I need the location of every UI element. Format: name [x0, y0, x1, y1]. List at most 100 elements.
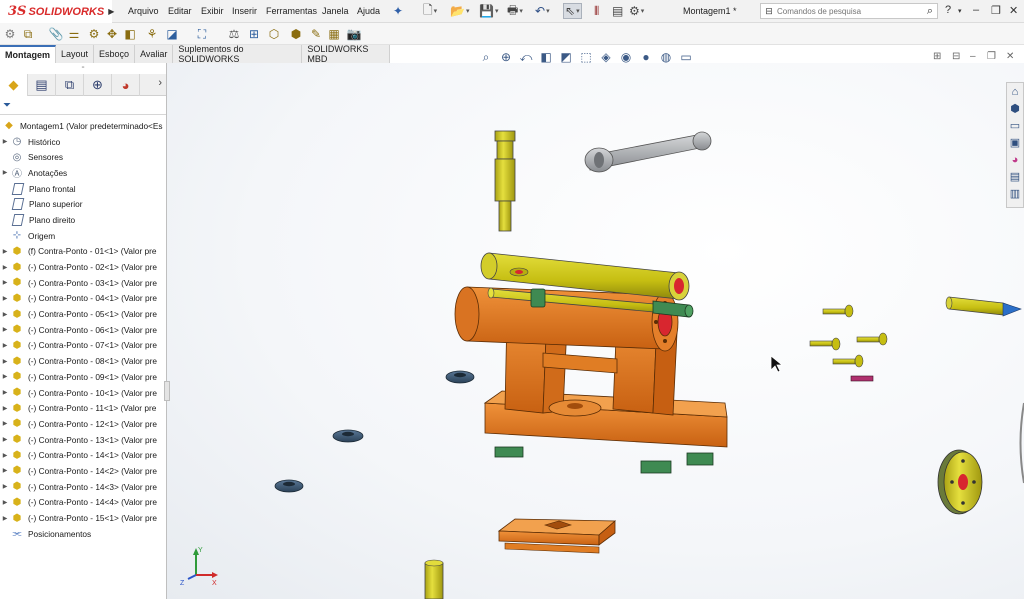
menu-ajuda[interactable]: Ajuda [357, 6, 380, 16]
tree-item[interactable]: ▶ ⬢ (-) Contra-Ponto - 04<1> (Valor pre [0, 291, 166, 307]
tree-item[interactable]: ▶ ⬢ (f) Contra-Ponto - 01<1> (Valor pre [0, 244, 166, 260]
print-icon[interactable]: 🖶 ▾ [507, 3, 523, 19]
tree-item[interactable]: ▶ ⬢ (-) Contra-Ponto - 14<4> (Valor pre [0, 495, 166, 511]
help-dropdown-icon[interactable]: ▾ [958, 7, 962, 15]
hex-nut-2[interactable] [332, 429, 364, 443]
solidworks-logo[interactable]: 3S SOLIDWORKS ▶ [0, 0, 114, 23]
bill-of-materials-icon[interactable]: ⚖ [226, 26, 242, 42]
move-component-icon[interactable]: ✥ [104, 26, 120, 42]
apply-scene-icon[interactable]: ◍ [658, 49, 674, 65]
menu-ferramentas[interactable]: Ferramentas [266, 6, 317, 16]
view-orientation-icon[interactable]: ⬚ [578, 49, 594, 65]
vertical-pin-bottom[interactable] [424, 559, 444, 599]
viewport-minimize-icon[interactable]: – [970, 51, 976, 62]
new-motion-study-icon[interactable]: ⛶ [194, 26, 210, 42]
tab-avaliar[interactable]: Avaliar [135, 45, 174, 63]
tree-item[interactable]: ▶ ⬢ (-) Contra-Ponto - 03<1> (Valor pre [0, 275, 166, 291]
expand-arrow-icon[interactable]: ▶ [0, 248, 10, 255]
undo-icon[interactable]: ↶ ▾ [535, 3, 550, 19]
view-settings-icon[interactable]: ▭ [678, 49, 694, 65]
assembly-features-icon[interactable]: ⚘ [144, 26, 160, 42]
camera-icon[interactable]: 📷 [346, 26, 362, 42]
mate-icon[interactable]: ⧉ [20, 26, 36, 42]
vertical-pin-top[interactable] [494, 130, 516, 232]
screw-4[interactable] [832, 354, 864, 368]
search-commands-box[interactable]: ⊟ ⌕ [760, 3, 938, 19]
expand-arrow-icon[interactable]: ▶ [0, 326, 10, 333]
tree-item[interactable]: ▶ ⬢ (-) Contra-Ponto - 12<1> (Valor pre [0, 416, 166, 432]
linear-pattern-icon[interactable]: ⚌ [66, 26, 82, 42]
expand-arrow-icon[interactable]: ▶ [0, 169, 10, 176]
viewport-close-icon[interactable]: ✕ [1006, 51, 1014, 62]
tree-item[interactable]: ▶ Ⓐ Anotações [0, 165, 166, 181]
menu-inserir[interactable]: Inserir [232, 6, 257, 16]
hex-nut-3[interactable] [274, 479, 304, 493]
search-input[interactable] [777, 6, 907, 16]
take-snapshot-icon[interactable]: ✎ [308, 26, 324, 42]
reference-geometry-icon[interactable]: ◪ [164, 26, 180, 42]
exploded-view-icon[interactable]: ⊞ [246, 26, 262, 42]
expand-arrow-icon[interactable]: ▶ [0, 358, 10, 365]
tree-item[interactable]: ▶ ⬢ (-) Contra-Ponto - 05<1> (Valor pre [0, 306, 166, 322]
propertymanager-tab-icon[interactable]: ▤ [28, 74, 56, 96]
search-scope-icon[interactable]: ⊟ [761, 6, 777, 17]
section-view-icon[interactable]: ◧ [538, 49, 554, 65]
hide-show-items-icon[interactable]: ◉ [618, 49, 634, 65]
forum-icon[interactable]: ▥ [1007, 185, 1023, 202]
dynamic-annotation-icon[interactable]: ◩ [558, 49, 574, 65]
open-folder-icon[interactable]: 📂 ▾ [450, 3, 469, 19]
tree-item[interactable]: Plano direito [0, 212, 166, 228]
expand-arrow-icon[interactable]: ▶ [0, 452, 10, 459]
instant3d-icon[interactable]: ⬡ [266, 26, 282, 42]
expand-arrow-icon[interactable]: ▶ [0, 436, 10, 443]
displaymanager-tab-icon[interactable]: ◕ [112, 74, 140, 96]
live-center[interactable] [945, 296, 1022, 317]
tree-item[interactable]: ▶ ⬢ (-) Contra-Ponto - 14<3> (Valor pre [0, 479, 166, 495]
options-page-icon[interactable]: ▤ [612, 3, 623, 19]
viewport-tile-icon[interactable]: ⊞ [933, 51, 941, 62]
expand-arrow-icon[interactable]: ▶ [0, 342, 10, 349]
view-palette-icon[interactable]: ▣ [1007, 134, 1023, 151]
tree-item[interactable]: ▶ ⬢ (-) Contra-Ponto - 13<1> (Valor pre [0, 432, 166, 448]
tab-solidworks-mbd[interactable]: SOLIDWORKS MBD [302, 44, 390, 64]
restore-icon[interactable]: ❐ [991, 4, 1001, 17]
smart-fasteners-icon[interactable]: ⚙ [86, 26, 102, 42]
large-assembly-icon[interactable]: ▦ [326, 26, 342, 42]
close-icon[interactable]: ✕ [1009, 4, 1018, 17]
select-arrow-icon[interactable]: ⇖ ▾ [563, 3, 582, 19]
viewport-split-icon[interactable]: ⊟ [952, 51, 960, 62]
tree-item[interactable]: ⊹ Origem [0, 228, 166, 244]
expand-arrow-icon[interactable]: ▶ [0, 373, 10, 380]
featuremanager-tab-icon[interactable]: ◆ [0, 74, 28, 96]
expand-arrow-icon[interactable]: ▶ [0, 420, 10, 427]
tree-item[interactable]: ▶ ◷ Histórico [0, 134, 166, 150]
expand-arrow-icon[interactable]: ▶ [0, 295, 10, 302]
previous-view-icon[interactable]: ⤺ [518, 49, 534, 65]
show-hidden-icon[interactable]: ◧ [122, 26, 138, 42]
expand-arrow-icon[interactable]: ▶ [0, 279, 10, 286]
file-explorer-icon[interactable]: ▭ [1007, 117, 1023, 134]
paperclip-icon[interactable]: 📎 [48, 26, 64, 42]
tree-item[interactable]: ⫘ Posicionamentos [0, 526, 166, 542]
menu-exibir[interactable]: Exibir [201, 6, 224, 16]
tab-layout[interactable]: Layout [56, 45, 95, 63]
tree-item[interactable]: Plano superior [0, 196, 166, 212]
panel-splitter[interactable] [164, 381, 170, 401]
custom-properties-icon[interactable]: ▤ [1007, 168, 1023, 185]
graphics-area[interactable] [167, 63, 1024, 599]
traffic-light-icon[interactable]: ⦀ [594, 3, 599, 19]
search-icon[interactable]: ⌕ [927, 5, 933, 18]
tree-item[interactable]: ▶ ⬢ (-) Contra-Ponto - 08<1> (Valor pre [0, 353, 166, 369]
expand-arrow-icon[interactable]: ▶ [0, 264, 10, 271]
zoom-to-area-icon[interactable]: ⊕ [498, 49, 514, 65]
gear-icon[interactable]: ⚙ ▾ [629, 3, 644, 19]
screw-1[interactable] [822, 304, 854, 318]
expand-arrow-icon[interactable]: ▶ [0, 405, 10, 412]
tree-item[interactable]: ▶ ⬢ (-) Contra-Ponto - 14<2> (Valor pre [0, 463, 166, 479]
expand-arrow-icon[interactable]: ▶ [0, 138, 10, 145]
tree-item[interactable]: ▶ ⬢ (-) Contra-Ponto - 02<1> (Valor pre [0, 259, 166, 275]
tree-item[interactable]: Plano frontal [0, 181, 166, 197]
menu-arquivo[interactable]: Arquivo [128, 6, 159, 16]
tree-root-assembly[interactable]: ◆ Montagem1 (Valor predeterminado<Es [0, 118, 166, 134]
screw-3[interactable] [809, 337, 841, 351]
